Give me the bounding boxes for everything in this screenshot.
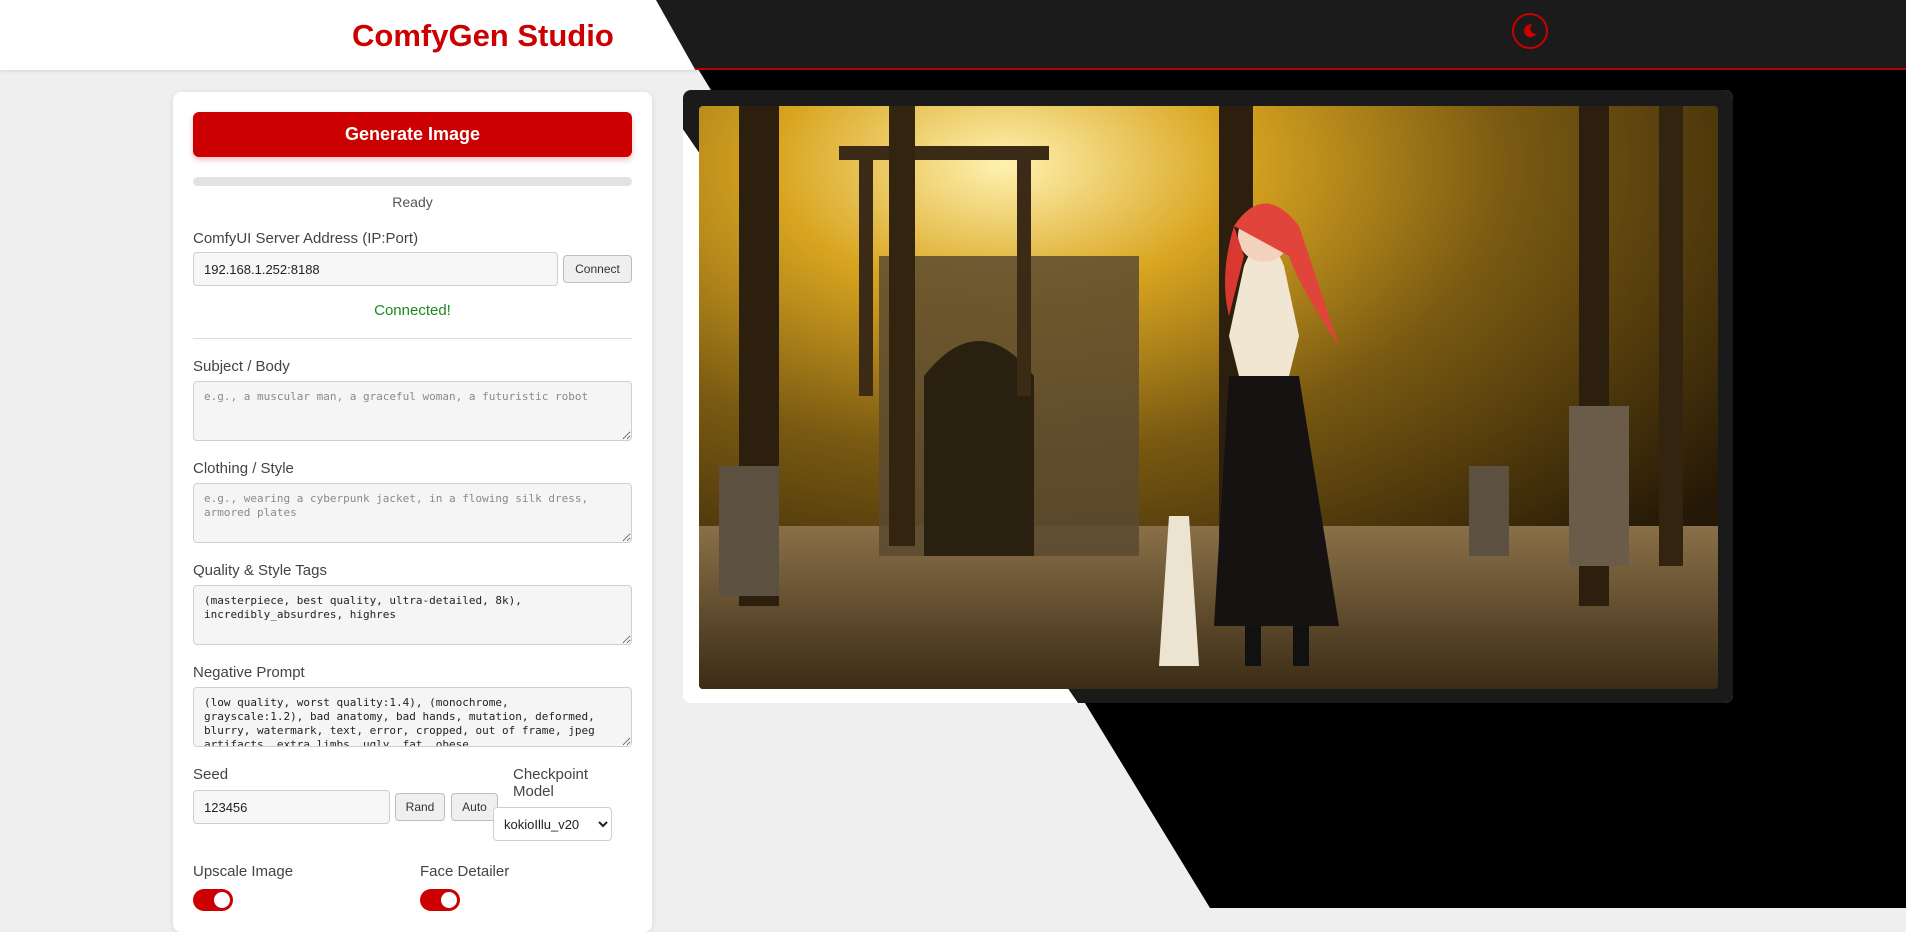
- generate-image-button[interactable]: Generate Image: [193, 112, 632, 157]
- face-detailer-label: Face Detailer: [420, 863, 510, 880]
- subject-textarea[interactable]: [193, 381, 632, 441]
- progress-bar: [193, 177, 632, 186]
- connection-status: Connected!: [374, 302, 451, 319]
- forest-scene-illustration: [699, 106, 1718, 689]
- clothing-label: Clothing / Style: [193, 460, 294, 477]
- generated-image[interactable]: [699, 106, 1718, 689]
- auto-seed-button[interactable]: Auto: [451, 793, 498, 821]
- server-address-input[interactable]: [193, 252, 558, 286]
- subject-label: Subject / Body: [193, 358, 290, 375]
- theme-toggle-button[interactable]: [1512, 13, 1548, 49]
- toggle-knob: [214, 892, 230, 908]
- negative-prompt-label: Negative Prompt: [193, 664, 305, 681]
- clothing-textarea[interactable]: [193, 483, 632, 543]
- app-title: ComfyGen Studio: [352, 18, 614, 53]
- quality-tags-textarea[interactable]: (masterpiece, best quality, ultra-detail…: [193, 585, 632, 645]
- status-text: Ready: [392, 194, 433, 210]
- seed-input[interactable]: [193, 790, 390, 824]
- connect-button[interactable]: Connect: [563, 255, 632, 283]
- negative-prompt-textarea[interactable]: (low quality, worst quality:1.4), (monoc…: [193, 687, 632, 747]
- image-output-panel: [683, 90, 1733, 703]
- seed-label: Seed: [193, 766, 229, 783]
- checkpoint-select[interactable]: kokioIllu_v20: [493, 807, 612, 841]
- checkpoint-label: Checkpoint Model: [513, 766, 589, 800]
- server-address-label: ComfyUI Server Address (IP:Port): [193, 230, 419, 247]
- upscale-label: Upscale Image: [193, 863, 294, 880]
- toggle-knob: [441, 892, 457, 908]
- moon-icon: [1524, 24, 1537, 38]
- control-panel: Generate Image Ready ComfyUI Server Addr…: [173, 92, 652, 932]
- quality-tags-label: Quality & Style Tags: [193, 562, 327, 579]
- divider: [193, 338, 632, 339]
- random-seed-button[interactable]: Rand: [395, 793, 445, 821]
